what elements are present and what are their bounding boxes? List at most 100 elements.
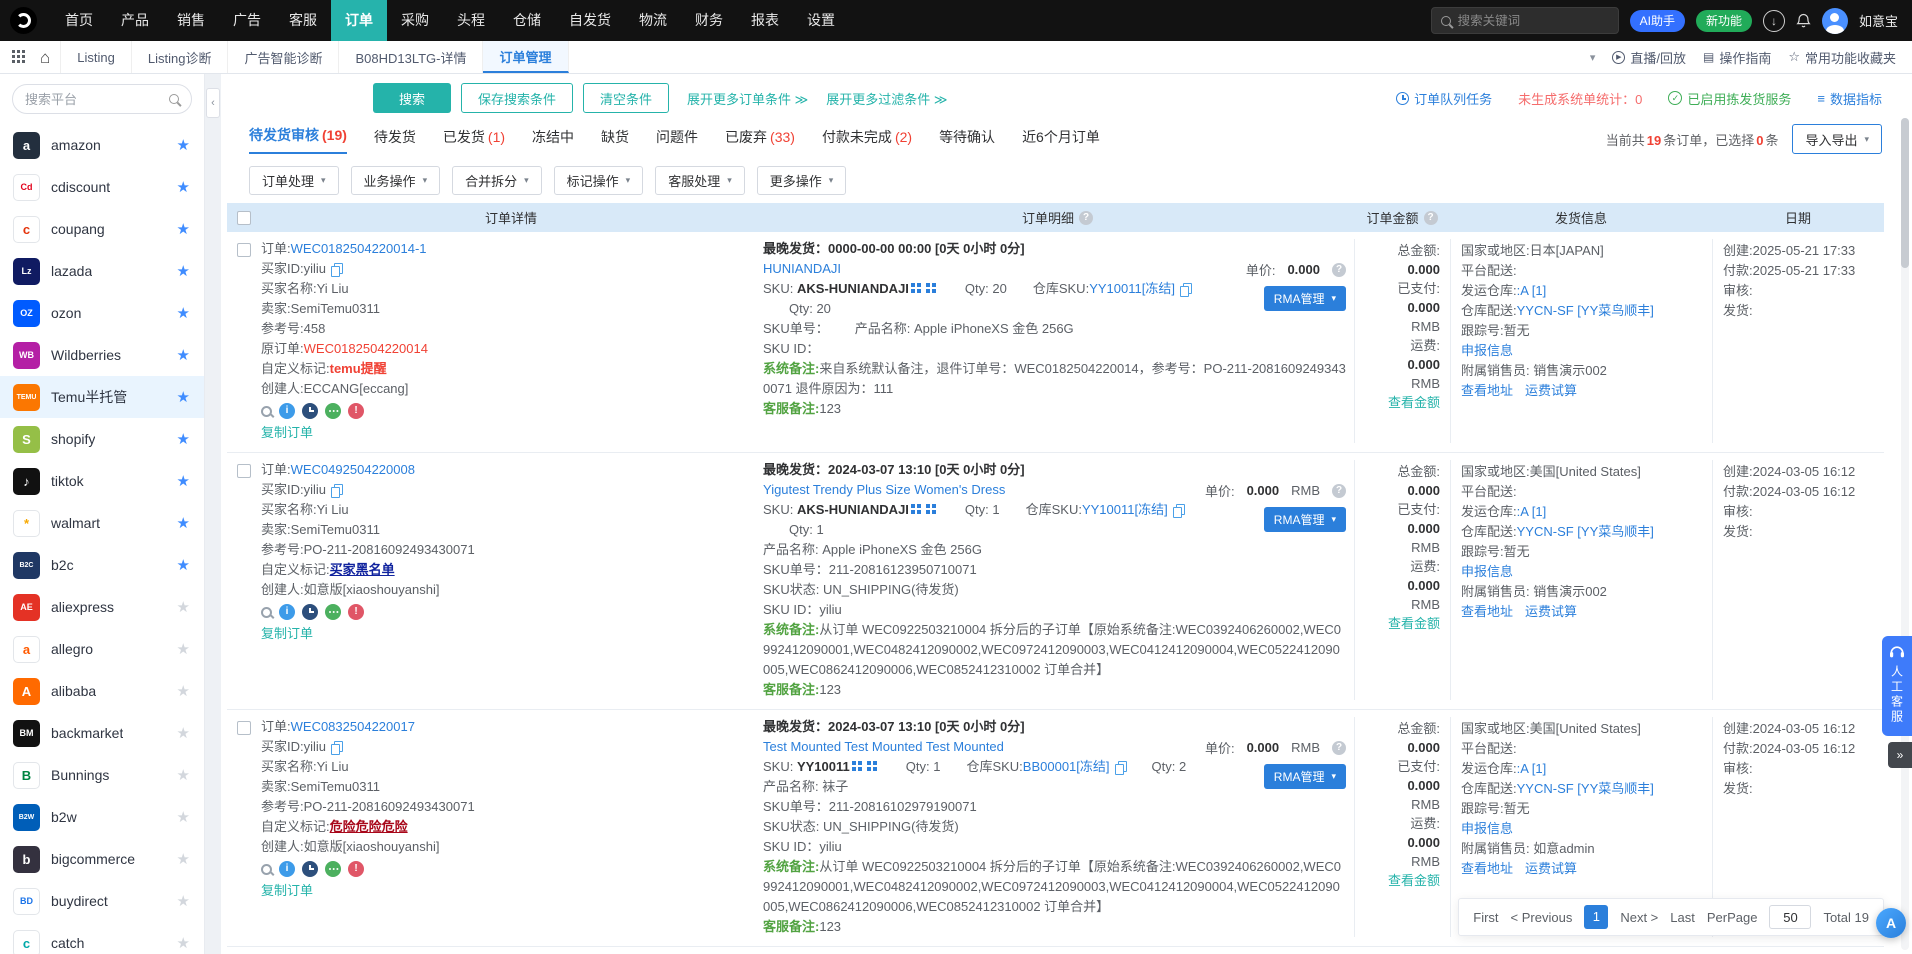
sidebar-item[interactable]: TEMUTemu半托管★: [0, 376, 204, 418]
sidebar-item[interactable]: ♪tiktok★: [0, 460, 204, 502]
view-address-link[interactable]: 查看地址: [1461, 383, 1513, 398]
topnav-item[interactable]: 订单: [331, 0, 387, 41]
favorite-star-icon[interactable]: ★: [177, 346, 190, 364]
view-address-link[interactable]: 查看地址: [1461, 861, 1513, 876]
ai-assistant-button[interactable]: AI助手: [1630, 10, 1685, 32]
notifications-bell-icon[interactable]: [1796, 10, 1811, 32]
page-tab[interactable]: 订单管理: [483, 41, 568, 73]
action-button[interactable]: 标记操作▾: [554, 166, 644, 195]
home-icon[interactable]: ⌂: [40, 49, 50, 66]
platform-search-input[interactable]: [25, 92, 161, 107]
favorite-star-icon[interactable]: ★: [177, 472, 190, 490]
row-checkbox[interactable]: [237, 243, 251, 257]
status-tab[interactable]: 近6个月订单: [1022, 127, 1100, 154]
topnav-item[interactable]: 首页: [51, 0, 107, 41]
action-button[interactable]: 订单处理▾: [249, 166, 339, 195]
more-order-conditions-link[interactable]: 展开更多订单条件 ≫: [687, 89, 808, 108]
search-button[interactable]: 搜索: [373, 83, 451, 113]
topnav-item[interactable]: 报表: [737, 0, 793, 41]
sidebar-item[interactable]: *walmart★: [0, 502, 204, 544]
action-button[interactable]: 更多操作▾: [757, 166, 847, 195]
action-button[interactable]: 客服处理▾: [655, 166, 745, 195]
topnav-item[interactable]: 客服: [275, 0, 331, 41]
sidebar-item[interactable]: Sshopify★: [0, 418, 204, 460]
info-icon[interactable]: i: [279, 861, 295, 877]
sidebar-item[interactable]: bbigcommerce★: [0, 838, 204, 880]
global-search[interactable]: [1431, 7, 1619, 34]
status-tab[interactable]: 缺货: [601, 127, 629, 154]
save-search-button[interactable]: 保存搜索条件: [461, 83, 573, 113]
page-tab[interactable]: B08HD13LTG-详情: [339, 41, 483, 73]
app-logo-icon[interactable]: [10, 7, 37, 34]
favorite-star-icon[interactable]: ★: [177, 598, 190, 616]
current-page-button[interactable]: 1: [1584, 905, 1608, 929]
ship-warehouse-link[interactable]: :A [1]: [1517, 504, 1547, 519]
topnav-item[interactable]: 财务: [681, 0, 737, 41]
alert-icon[interactable]: !: [348, 403, 364, 419]
message-icon[interactable]: [325, 861, 341, 877]
warehouse-sku-link[interactable]: BB00001[冻结]: [1023, 759, 1110, 774]
customer-service-button[interactable]: 人工客服: [1882, 636, 1912, 736]
more-filter-conditions-link[interactable]: 展开更多过滤条件 ≫: [826, 89, 947, 108]
topnav-item[interactable]: 自发货: [555, 0, 625, 41]
rma-button[interactable]: RMA管理▾: [1264, 507, 1346, 532]
page-tab[interactable]: Listing: [60, 41, 132, 73]
rma-button[interactable]: RMA管理▾: [1264, 286, 1346, 311]
new-features-button[interactable]: 新功能: [1696, 10, 1752, 32]
scrollbar[interactable]: [1901, 118, 1909, 950]
user-guide-link[interactable]: ▤操作指南: [1703, 48, 1771, 67]
assistant-avatar[interactable]: A: [1876, 908, 1906, 938]
copy-icon[interactable]: [1180, 283, 1191, 295]
freight-trial-link[interactable]: 运费试算: [1525, 383, 1577, 398]
action-button[interactable]: 合并拆分▾: [452, 166, 542, 195]
sidebar-item[interactable]: B2Wb2w★: [0, 796, 204, 838]
message-icon[interactable]: [325, 604, 341, 620]
topnav-item[interactable]: 广告: [219, 0, 275, 41]
favorite-star-icon[interactable]: ★: [177, 640, 190, 658]
status-tab[interactable]: 待发货: [374, 127, 416, 154]
sidebar-collapse-button[interactable]: ‹: [206, 88, 220, 118]
sidebar-item[interactable]: WBWildberries★: [0, 334, 204, 376]
order-number-link[interactable]: WEC0182504220014-1: [291, 241, 427, 256]
first-page-button[interactable]: First: [1473, 910, 1498, 925]
copy-order-link[interactable]: 复制订单: [261, 425, 313, 440]
sidebar-item[interactable]: AEaliexpress★: [0, 586, 204, 628]
ship-warehouse-link[interactable]: :A [1]: [1517, 761, 1547, 776]
view-address-link[interactable]: 查看地址: [1461, 604, 1513, 619]
topnav-item[interactable]: 销售: [163, 0, 219, 41]
data-metrics-link[interactable]: ≡数据指标: [1817, 89, 1882, 108]
status-tab[interactable]: 等待确认: [939, 127, 995, 154]
page-tab[interactable]: 广告智能诊断: [228, 41, 339, 73]
favorite-star-icon[interactable]: ★: [177, 514, 190, 532]
warehouse-sku-link[interactable]: YY10011[冻结]: [1089, 281, 1175, 296]
favorite-star-icon[interactable]: ★: [177, 808, 190, 826]
sidebar-item[interactable]: Aalibaba★: [0, 670, 204, 712]
clear-conditions-button[interactable]: 清空条件: [583, 83, 669, 113]
history-icon[interactable]: [302, 861, 318, 877]
row-checkbox[interactable]: [237, 464, 251, 478]
perpage-input[interactable]: [1769, 905, 1811, 929]
favorites-link[interactable]: ☆常用功能收藏夹: [1788, 48, 1896, 67]
message-icon[interactable]: [325, 403, 341, 419]
favorite-star-icon[interactable]: ★: [177, 178, 190, 196]
copy-icon[interactable]: [331, 741, 342, 753]
warehouse-sku-link[interactable]: YY10011[冻结]: [1082, 502, 1168, 517]
favorite-star-icon[interactable]: ★: [177, 724, 190, 742]
download-icon[interactable]: ↓: [1763, 10, 1785, 32]
alert-icon[interactable]: !: [348, 861, 364, 877]
order-queue-link[interactable]: 订单队列任务: [1396, 89, 1492, 108]
alert-icon[interactable]: !: [348, 604, 364, 620]
history-icon[interactable]: [302, 604, 318, 620]
favorite-star-icon[interactable]: ★: [177, 388, 190, 406]
sidebar-item[interactable]: ccatch★: [0, 922, 204, 954]
sidebar-item[interactable]: BMbackmarket★: [0, 712, 204, 754]
copy-icon[interactable]: [1115, 761, 1126, 773]
freight-trial-link[interactable]: 运费试算: [1525, 604, 1577, 619]
product-title-link[interactable]: Test Mounted Test Mounted Test Mounted: [763, 739, 1004, 754]
last-page-button[interactable]: Last: [1670, 910, 1695, 925]
declare-info-link[interactable]: 申报信息: [1461, 821, 1513, 836]
favorite-star-icon[interactable]: ★: [177, 430, 190, 448]
page-tab[interactable]: Listing诊断: [132, 41, 229, 73]
status-tab[interactable]: 已废弃(33): [725, 127, 795, 154]
previous-page-button[interactable]: < Previous: [1511, 910, 1573, 925]
